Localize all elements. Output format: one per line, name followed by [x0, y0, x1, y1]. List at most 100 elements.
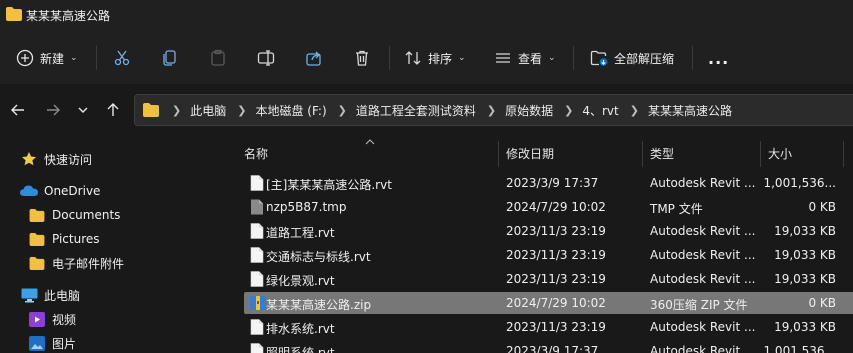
sidebar-item-documents[interactable]: Documents — [28, 204, 120, 226]
delete-button[interactable] — [353, 44, 371, 72]
more-options-button[interactable]: ... — [708, 44, 729, 72]
extract-folder-icon — [590, 50, 608, 66]
forward-button[interactable] — [43, 100, 63, 120]
column-header-date[interactable]: 修改日期 — [506, 145, 554, 162]
file-modified-date: 2023/11/3 23:19 — [506, 248, 606, 262]
image-icon — [28, 335, 46, 351]
sidebar-item-label: Documents — [52, 208, 121, 222]
file-size: 1,001,536... — [763, 344, 836, 353]
monitor-icon — [20, 287, 38, 303]
folder-icon — [28, 255, 46, 271]
sidebar-item-label: OneDrive — [44, 184, 101, 198]
file-size: 0 KB — [808, 200, 836, 214]
view-list-icon — [496, 53, 510, 63]
breadcrumb-item[interactable]: 本地磁盘 (F:) — [255, 102, 326, 119]
new-button[interactable]: 新建 ⌄ — [16, 44, 78, 72]
divider — [96, 46, 97, 70]
revit-file-icon — [250, 247, 264, 263]
sidebar-item-label: 此电脑 — [44, 288, 81, 303]
sidebar-item-this-pc[interactable]: 此电脑 — [20, 284, 80, 306]
recent-locations-button[interactable] — [73, 100, 93, 120]
file-list: 名称 修改日期 类型 大小 [主]某某某高速公路.rvt 2023/3/9 17:… — [228, 136, 853, 353]
chevron-right-icon[interactable]: ❯ — [487, 104, 496, 117]
file-size: 19,033 KB — [774, 224, 836, 238]
command-bar: 新建 ⌄ 排序 ⌄ 查看 ⌄ 全部解压缩 ... — [0, 32, 853, 84]
view-button[interactable]: 查看 ⌄ — [494, 44, 556, 72]
table-row[interactable]: 某某某高速公路.zip 2024/7/29 10:02 360压缩 ZIP 文件 0 … — [244, 292, 853, 314]
column-divider[interactable] — [498, 141, 499, 167]
rename-icon — [257, 50, 275, 66]
copy-button[interactable] — [161, 44, 179, 72]
column-divider[interactable] — [760, 141, 761, 167]
file-type: Autodesk Revit ... — [650, 272, 756, 286]
column-header-size[interactable]: 大小 — [768, 145, 792, 162]
clipboard-icon — [211, 49, 225, 66]
file-type: Autodesk Revit ... — [650, 248, 756, 262]
file-type: TMP 文件 — [650, 202, 703, 216]
file-type: 360压缩 ZIP 文件 — [650, 298, 748, 312]
sidebar-item-images[interactable]: 图片 — [28, 332, 76, 353]
view-label: 查看 — [518, 51, 543, 66]
table-row[interactable]: 绿化景观.rvt 2023/11/3 23:19 Autodesk Revit ..… — [244, 268, 853, 290]
address-bar[interactable]: ❯ 此电脑 ❯ 本地磁盘 (F:) ❯ 道路工程全套测试资料 ❯ 原始数据 ❯ … — [134, 94, 853, 126]
breadcrumb-item[interactable]: 某某某高速公路 — [648, 102, 732, 119]
sidebar-item-videos[interactable]: 视频 — [28, 308, 76, 330]
sidebar-item-label: 视频 — [52, 312, 77, 327]
column-divider[interactable] — [843, 141, 844, 167]
chevron-right-icon[interactable]: ❯ — [338, 104, 347, 117]
table-row[interactable]: 排水系统.rvt 2023/11/3 23:19 Autodesk Revit ..… — [244, 316, 853, 338]
file-name: [主]某某某高速公路.rvt — [266, 178, 392, 192]
arrow-left-icon — [11, 104, 24, 116]
file-size: 19,033 KB — [774, 248, 836, 262]
file-size: 19,033 KB — [774, 272, 836, 286]
table-row[interactable]: 交通标志与标线.rvt 2023/11/3 23:19 Autodesk Revit… — [244, 244, 853, 266]
breadcrumb-item[interactable]: 此电脑 — [190, 102, 226, 119]
divider — [389, 46, 390, 70]
column-header-type[interactable]: 类型 — [650, 145, 674, 162]
sidebar-item-label: 电子邮件附件 — [52, 256, 125, 271]
folder-icon — [6, 7, 22, 21]
revit-file-icon — [250, 319, 264, 335]
back-button[interactable] — [8, 100, 28, 120]
share-icon — [306, 51, 321, 66]
table-row[interactable]: [主]某某某高速公路.rvt 2023/3/9 17:37 Autodesk Rev… — [244, 172, 853, 194]
sidebar-item-label: Pictures — [52, 232, 100, 246]
rename-button[interactable] — [257, 44, 275, 72]
cloud-icon — [20, 183, 38, 199]
table-row[interactable]: 照明系统.rvt 2023/3/9 17:37 Autodesk Revit ...… — [244, 340, 853, 353]
file-size: 1,001,536... — [763, 176, 836, 190]
breadcrumb-item[interactable]: 道路工程全套测试资料 — [356, 102, 476, 119]
chevron-right-icon[interactable]: ❯ — [237, 104, 246, 117]
file-type: Autodesk Revit ... — [650, 320, 756, 334]
extract-all-button[interactable]: 全部解压缩 — [590, 44, 674, 72]
table-row[interactable]: nzp5B87.tmp 2024/7/29 10:02 TMP 文件 0 KB — [244, 196, 853, 218]
file-size: 19,033 KB — [774, 320, 836, 334]
chevron-right-icon[interactable]: ❯ — [564, 104, 573, 117]
table-row[interactable]: 道路工程.rvt 2023/11/3 23:19 Autodesk Revit ..… — [244, 220, 853, 242]
share-button[interactable] — [305, 44, 323, 72]
up-button[interactable] — [103, 100, 123, 120]
folder-icon — [143, 103, 159, 117]
new-label: 新建 — [40, 51, 65, 66]
arrow-right-icon — [47, 104, 60, 116]
breadcrumb-item[interactable]: 原始数据 — [505, 102, 553, 119]
breadcrumb-item[interactable]: 4、rvt — [582, 102, 618, 119]
title-bar: 某某某高速公路 — [0, 0, 853, 32]
revit-file-icon — [250, 343, 264, 353]
cut-button[interactable] — [113, 44, 131, 72]
revit-file-icon — [250, 223, 264, 239]
sidebar-item-pictures[interactable]: Pictures — [28, 228, 100, 250]
chevron-right-icon[interactable]: ❯ — [630, 104, 639, 117]
copy-icon — [163, 50, 176, 66]
sidebar-item-email-attachments[interactable]: 电子邮件附件 — [28, 252, 124, 274]
sidebar-item-quick-access[interactable]: 快速访问 — [20, 148, 92, 170]
sidebar-item-onedrive[interactable]: OneDrive — [20, 180, 100, 202]
file-name: 排水系统.rvt — [266, 322, 335, 336]
chevron-down-icon: ⌄ — [458, 53, 466, 63]
zip-archive-icon — [250, 295, 266, 311]
paste-button[interactable] — [209, 44, 227, 72]
sort-button[interactable]: 排序 ⌄ — [404, 44, 466, 72]
column-header-name[interactable]: 名称 — [244, 145, 268, 162]
column-divider[interactable] — [642, 141, 643, 167]
sidebar-item-label: 图片 — [52, 336, 77, 351]
